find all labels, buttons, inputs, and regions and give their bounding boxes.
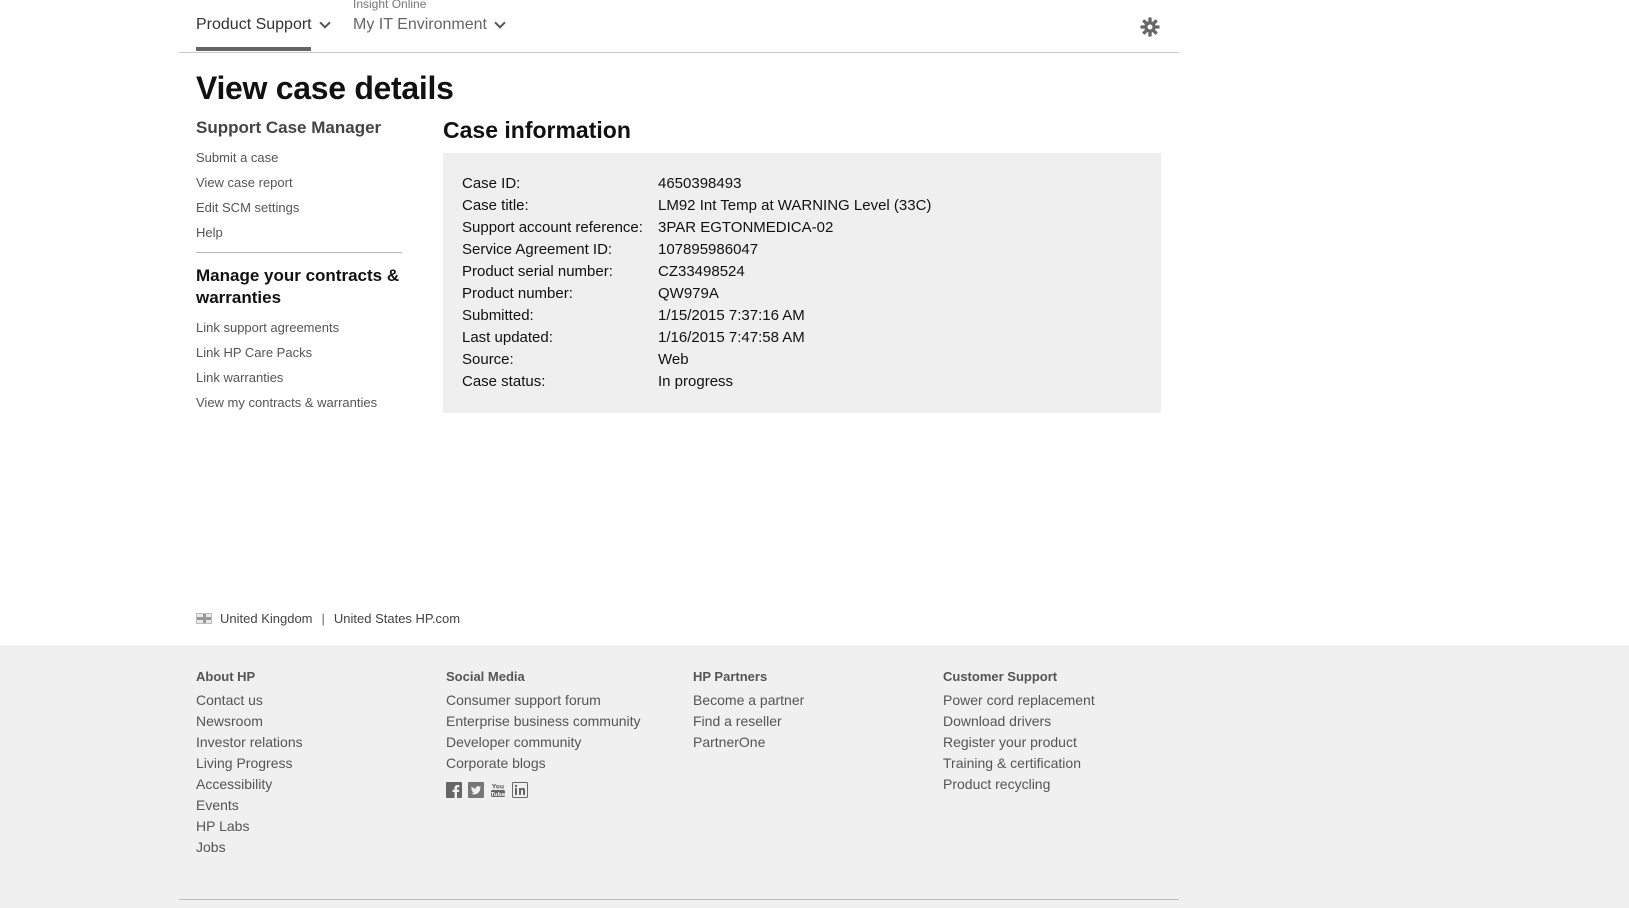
case-label: Source: [462,351,514,368]
footer-link-partnerone[interactable]: PartnerOne [693,732,804,753]
case-label: Support account reference: [462,219,643,236]
case-row-last-updated: Last updated: 1/16/2015 7:47:58 AM [462,327,1142,349]
footer: About HP Contact us Newsroom Investor re… [0,645,1629,908]
country-link[interactable]: United Kingdom [220,611,313,626]
service-agreement-id-value: 107895986047 [658,241,759,258]
footer-link-hp-labs[interactable]: HP Labs [196,816,303,837]
footer-link-newsroom[interactable]: Newsroom [196,711,303,732]
sidebar-link-view-case-report[interactable]: View case report [196,170,402,195]
footer-heading: Customer Support [943,669,1058,684]
alt-site-link[interactable]: United States HP.com [334,611,460,626]
youtube-icon[interactable]: You Tube [490,782,506,798]
footer-link-download-drivers[interactable]: Download drivers [943,711,1095,732]
footer-link-find-reseller[interactable]: Find a reseller [693,711,804,732]
nav-superlabel: Insight Online [353,0,427,11]
last-updated-value: 1/16/2015 7:47:58 AM [658,329,805,346]
locale-selector: United Kingdom | United States HP.com [196,611,460,626]
footer-link-training[interactable]: Training & certification [943,753,1095,774]
case-label: Case title: [462,197,529,214]
footer-heading: HP Partners [693,669,768,684]
footer-link-enterprise-community[interactable]: Enterprise business community [446,711,641,732]
case-label: Service Agreement ID: [462,241,613,258]
case-information-panel: Case ID: 4650398493 Case title: LM92 Int… [443,153,1161,413]
sidebar-link-help[interactable]: Help [196,220,402,245]
submitted-value: 1/15/2015 7:37:16 AM [658,307,805,324]
footer-heading: Social Media [446,669,525,684]
svg-text:Tube: Tube [491,792,506,798]
tab-label: My IT Environment [353,16,487,33]
case-label: Last updated: [462,329,553,346]
case-row-serial-number: Product serial number: CZ33498524 [462,261,1142,283]
case-row-product-number: Product number: QW979A [462,283,1142,305]
case-row-source: Source: Web [462,349,1142,371]
top-navigation: Product Support Insight Online My IT Env… [179,0,1179,53]
footer-link-power-cord[interactable]: Power cord replacement [943,690,1095,711]
chevron-down-icon [318,16,331,29]
footer-link-corporate-blogs[interactable]: Corporate blogs [446,753,641,774]
sidebar-link-view-contracts[interactable]: View my contracts & warranties [196,390,402,415]
sidebar-link-edit-scm-settings[interactable]: Edit SCM settings [196,195,402,220]
footer-link-jobs[interactable]: Jobs [196,837,303,858]
social-icons-row: You Tube [446,782,641,798]
footer-col-customer-support: Customer Support Power cord replacement … [943,669,1095,795]
case-row-submitted: Submitted: 1/15/2015 7:37:16 AM [462,305,1142,327]
sidebar-divider [196,252,402,253]
footer-link-product-recycling[interactable]: Product recycling [943,774,1095,795]
footer-divider [179,899,1179,900]
case-row-account-reference: Support account reference: 3PAR EGTONMED… [462,217,1142,239]
case-row-status: Case status: In progress [462,371,1142,393]
case-row-service-agreement: Service Agreement ID: 107895986047 [462,239,1142,261]
sidebar: Support Case Manager Submit a case View … [196,117,402,415]
support-account-reference-value: 3PAR EGTONMEDICA-02 [658,219,834,236]
linkedin-icon[interactable] [512,782,528,798]
case-information-heading: Case information [443,117,631,143]
tab-my-it-environment[interactable]: My IT Environment [353,16,506,34]
svg-text:You: You [491,784,504,791]
product-number-value: QW979A [658,285,719,302]
footer-link-investor-relations[interactable]: Investor relations [196,732,303,753]
case-row-id: Case ID: 4650398493 [462,173,1142,195]
footer-link-become-partner[interactable]: Become a partner [693,690,804,711]
footer-link-consumer-forum[interactable]: Consumer support forum [446,690,641,711]
uk-flag-icon [196,613,212,624]
page-title: View case details [196,70,454,106]
case-label: Case status: [462,373,546,390]
gear-icon[interactable] [1140,17,1160,37]
case-label: Product number: [462,285,573,302]
case-label: Case ID: [462,175,521,192]
footer-link-events[interactable]: Events [196,795,303,816]
serial-number-value: CZ33498524 [658,263,745,280]
chevron-down-icon [494,16,506,29]
footer-link-accessibility[interactable]: Accessibility [196,774,303,795]
facebook-icon[interactable] [446,782,462,798]
footer-heading: About HP [196,669,256,684]
footer-link-developer-community[interactable]: Developer community [446,732,641,753]
case-label: Submitted: [462,307,534,324]
case-title-value: LM92 Int Temp at WARNING Level (33C) [658,197,932,214]
sidebar-heading-support-case-manager: Support Case Manager [196,118,382,137]
footer-col-social-media: Social Media Consumer support forum Ente… [446,669,641,798]
footer-link-living-progress[interactable]: Living Progress [196,753,303,774]
case-status-value: In progress [658,373,734,390]
source-value: Web [658,351,689,368]
tab-product-support[interactable]: Product Support [196,16,331,51]
sidebar-link-warranties[interactable]: Link warranties [196,365,402,390]
footer-link-register-product[interactable]: Register your product [943,732,1095,753]
tab-label: Product Support [196,16,312,33]
twitter-icon[interactable] [468,782,484,798]
case-row-title: Case title: LM92 Int Temp at WARNING Lev… [462,195,1142,217]
footer-col-about-hp: About HP Contact us Newsroom Investor re… [196,669,303,858]
footer-link-contact-us[interactable]: Contact us [196,690,303,711]
sidebar-link-submit-case[interactable]: Submit a case [196,145,402,170]
footer-col-hp-partners: HP Partners Become a partner Find a rese… [693,669,804,753]
sidebar-heading-contracts-warranties: Manage your contracts & warranties [196,266,400,307]
case-id-value: 4650398493 [658,175,742,192]
case-label: Product serial number: [462,263,613,280]
locale-separator: | [321,611,325,626]
sidebar-link-support-agreements[interactable]: Link support agreements [196,315,402,340]
sidebar-link-care-packs[interactable]: Link HP Care Packs [196,340,402,365]
